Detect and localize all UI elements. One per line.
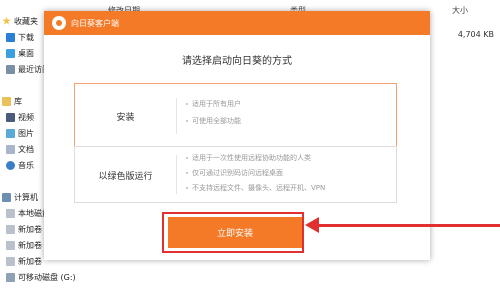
star-icon (2, 16, 11, 25)
nav-item-music[interactable]: 音乐 (6, 158, 34, 172)
computer-icon (2, 192, 11, 202)
nav-item-label: 下载 (18, 32, 34, 42)
nav-item-videos[interactable]: 视频 (6, 110, 34, 124)
nav-item-label: 新加卷 (18, 224, 42, 234)
option-portable[interactable]: 以绿色版运行 适用于一次性使用远程协助功能的人类 仅可通过识别码访问远程桌面 不… (74, 146, 397, 203)
option-feature: 不支持远程文件、摄像头、远程开机、VPN (186, 183, 325, 193)
nav-item-desktop[interactable]: 桌面 (6, 46, 34, 60)
disk-drive-icon (6, 256, 15, 266)
highlight-box (162, 212, 304, 253)
pictures-library-icon (6, 128, 15, 138)
nav-item-label: 桌面 (18, 48, 34, 58)
nav-item-label: 文档 (18, 144, 34, 154)
bullet-icon (186, 103, 188, 105)
option-feature: 仅可通过识别码访问远程桌面 (186, 168, 283, 178)
dialog-heading: 请选择启动向日葵的方式 (182, 56, 292, 67)
nav-item-label: 视频 (18, 112, 34, 122)
bullet-icon (186, 157, 188, 159)
disk-drive-icon (6, 240, 15, 250)
disk-drive-icon (6, 224, 15, 234)
recent-places-icon (6, 64, 15, 74)
nav-item-computer[interactable]: 计算机 (2, 190, 38, 204)
option-label: 安装 (116, 113, 135, 123)
nav-item-label: 音乐 (18, 160, 34, 170)
local-disk-icon (6, 208, 15, 218)
option-feature: 适用于所有用户 (186, 99, 241, 109)
music-library-icon (6, 160, 15, 170)
nav-item-volume[interactable]: 新加卷 (6, 254, 42, 268)
nav-item-pictures[interactable]: 图片 (6, 126, 34, 140)
option-install[interactable]: 安装 适用于所有用户 可使用全部功能 (74, 83, 397, 149)
bullet-icon (186, 120, 188, 122)
nav-item-label: 计算机 (14, 192, 38, 202)
nav-item-downloads[interactable]: 下载 (6, 30, 34, 44)
nav-item-label: 可移动磁盘 (G:) (18, 272, 76, 282)
video-library-icon (6, 112, 15, 122)
file-size: 4,704 KB (457, 30, 494, 39)
nav-item-label: 收藏夹 (14, 16, 38, 26)
option-divider (176, 98, 177, 134)
download-folder-icon (6, 32, 15, 42)
nav-item-label: 新加卷 (18, 240, 42, 250)
column-size[interactable]: 大小 (452, 5, 468, 16)
annotation-arrow-shaft (318, 224, 500, 227)
nav-item-volume[interactable]: 新加卷 (6, 238, 42, 252)
documents-library-icon (6, 144, 15, 154)
nav-item-label: 新加卷 (18, 256, 42, 266)
nav-item-favorites[interactable]: 收藏夹 (2, 14, 38, 28)
bullet-icon (186, 172, 188, 174)
nav-item-removable-disk[interactable]: 可移动磁盘 (G:) (6, 270, 76, 284)
removable-disk-icon (6, 272, 15, 282)
dialog-titlebar[interactable]: 向日葵客户端 (44, 11, 430, 35)
sunlogin-logo-icon (52, 16, 66, 30)
desktop-folder-icon (6, 48, 15, 58)
nav-item-libraries[interactable]: 库 (2, 94, 22, 108)
option-divider (176, 155, 177, 194)
option-feature: 适用于一次性使用远程协助功能的人类 (186, 153, 311, 163)
option-label: 以绿色版运行 (98, 172, 153, 182)
bullet-icon (186, 187, 188, 189)
dialog-title: 向日葵客户端 (71, 19, 119, 28)
arrow-left-icon (305, 217, 319, 233)
nav-item-label: 图片 (18, 128, 34, 138)
nav-item-volume[interactable]: 新加卷 (6, 222, 42, 236)
file-row[interactable]: 4,704 KB (430, 28, 500, 43)
library-icon (2, 96, 11, 106)
navigation-pane: 收藏夹 下载 桌面 最近访问的位置 库 视频 图片 文档 (0, 10, 76, 288)
option-feature: 可使用全部功能 (186, 116, 241, 126)
nav-item-documents[interactable]: 文档 (6, 142, 34, 156)
nav-item-label: 库 (14, 96, 22, 106)
